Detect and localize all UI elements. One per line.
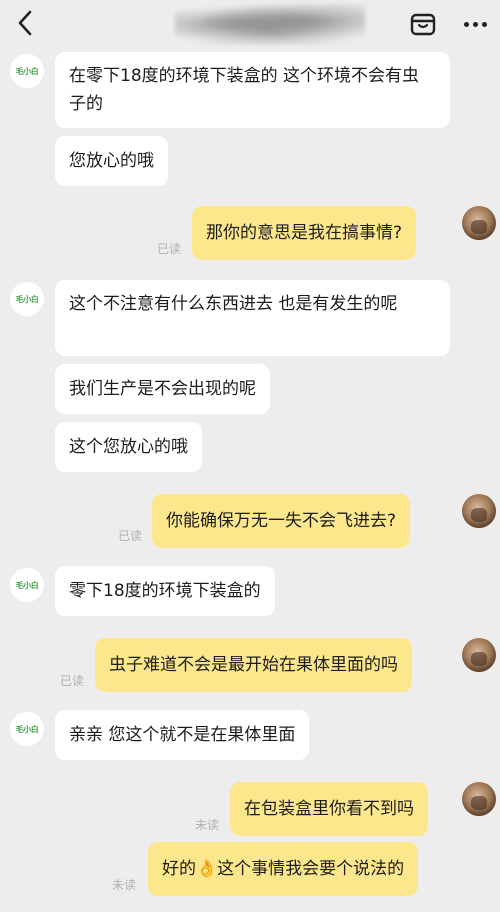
brand-avatar[interactable]: 毛小白: [10, 54, 44, 88]
message-bubble-outgoing[interactable]: 在包装盒里你看不到吗: [230, 782, 428, 836]
message-bubble-incoming[interactable]: 亲亲 您这个就不是在果体里面: [55, 710, 310, 760]
message-bubble-incoming[interactable]: 您放心的哦: [55, 136, 168, 186]
chevron-left-icon: [18, 10, 32, 36]
more-dot: [481, 21, 487, 27]
unread-status: 未读: [195, 818, 220, 832]
back-button[interactable]: [10, 6, 40, 40]
read-status: 已读: [157, 242, 182, 256]
message-bubble-incoming[interactable]: 我们生产是不会出现的呢: [55, 364, 270, 414]
shop-icon: [410, 13, 436, 36]
message-bubble-incoming[interactable]: 这个您放心的哦: [55, 422, 202, 472]
brand-avatar-text: 毛小白: [15, 294, 39, 304]
shop-button[interactable]: [408, 10, 438, 38]
brand-avatar[interactable]: 毛小白: [10, 568, 44, 602]
user-avatar[interactable]: [462, 782, 496, 816]
user-avatar[interactable]: [462, 638, 496, 672]
chat-header: [0, 0, 500, 48]
message-bubble-incoming[interactable]: 在零下18度的环境下装盒的 这个环境不会有虫子的: [55, 52, 450, 128]
message-bubble-outgoing[interactable]: 虫子难道不会是最开始在果体里面的吗: [95, 638, 412, 692]
blurred-contact-title: [175, 4, 365, 44]
message-bubble-outgoing[interactable]: 你能确保万无一失不会飞进去?: [152, 494, 411, 548]
brand-avatar-text: 毛小白: [15, 580, 39, 590]
user-avatar[interactable]: [462, 494, 496, 528]
read-status: 已读: [118, 529, 143, 543]
brand-avatar-text: 毛小白: [15, 724, 39, 734]
message-bubble-outgoing[interactable]: 那你的意思是我在搞事情?: [192, 206, 417, 260]
brand-avatar[interactable]: 毛小白: [10, 712, 44, 746]
message-bubble-outgoing[interactable]: 好的👌这个事情我会要个说法的: [148, 842, 419, 896]
user-avatar[interactable]: [462, 206, 496, 240]
more-dot: [472, 21, 478, 27]
unread-status: 未读: [112, 878, 137, 892]
brand-avatar-text: 毛小白: [15, 66, 39, 76]
brand-avatar[interactable]: 毛小白: [10, 282, 44, 316]
message-bubble-incoming[interactable]: 这个不注意有什么东西进去 也是有发生的呢: [55, 280, 450, 356]
read-status: 已读: [60, 674, 85, 688]
more-dot: [463, 21, 469, 27]
message-bubble-incoming[interactable]: 零下18度的环境下装盒的: [55, 566, 275, 616]
more-button[interactable]: [460, 10, 490, 38]
